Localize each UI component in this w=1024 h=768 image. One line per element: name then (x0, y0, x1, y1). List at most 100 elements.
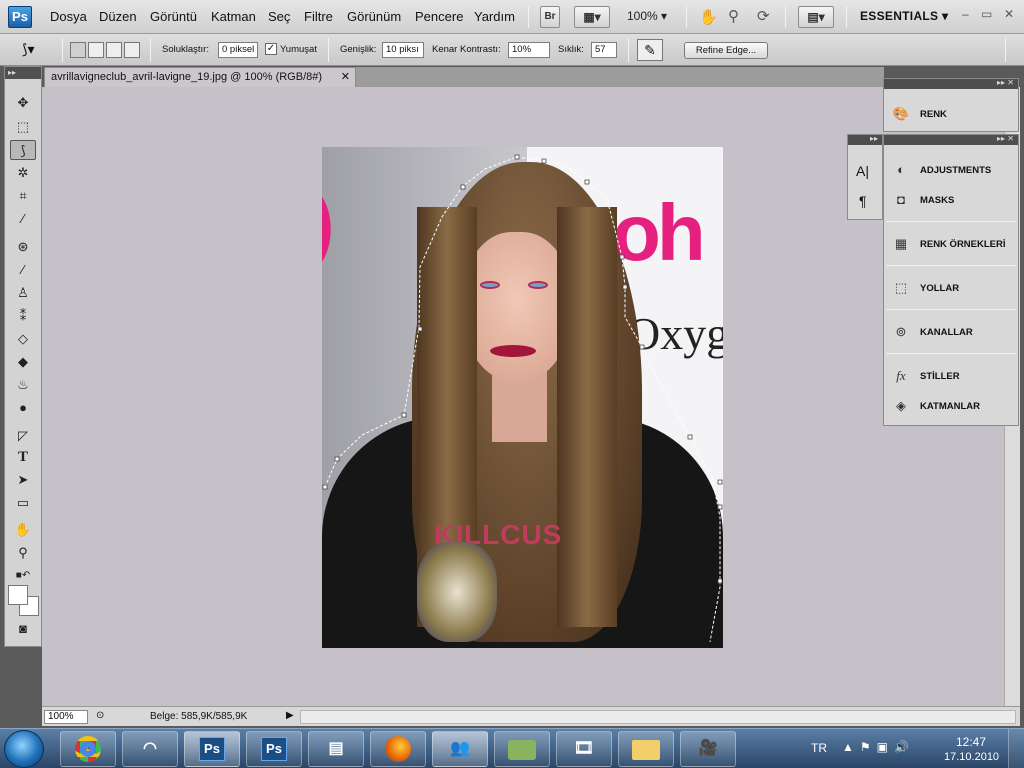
menu-yardim[interactable]: Yardım (474, 9, 515, 24)
camera-taskbar-icon[interactable]: 🎥 (680, 731, 736, 767)
panel-channels[interactable]: ⊚ KANALLAR (892, 321, 1016, 345)
add-selection-icon[interactable] (88, 42, 104, 58)
minimize-button[interactable]: – (962, 7, 969, 21)
pen-tool-icon[interactable]: ◸ (10, 426, 36, 446)
new-selection-icon[interactable] (70, 42, 86, 58)
menu-gorunum[interactable]: Görünüm (347, 9, 401, 24)
language-indicator[interactable]: TR (811, 741, 827, 755)
intersect-selection-icon[interactable] (124, 42, 140, 58)
tablet-pressure-icon[interactable]: ✎ (637, 39, 663, 61)
panel-layers[interactable]: ◈ KATMANLAR (892, 395, 1016, 419)
zoom-tool-icon[interactable]: ⚲ (10, 543, 36, 563)
panel-header[interactable]: ▸▸ (848, 134, 882, 145)
panel-swatches[interactable]: ▦ RENK ÖRNEKLERİ (892, 233, 1016, 257)
rotate-view-icon[interactable]: ⟳ (757, 7, 770, 25)
system-tray-icons[interactable]: ▲⚑▣🔊 (842, 740, 915, 754)
show-desktop-button[interactable] (1008, 729, 1024, 768)
panel-adjustments[interactable]: ◐ ADJUSTMENTS (892, 159, 1016, 183)
type-tool-icon[interactable]: T (10, 447, 36, 467)
green-app-taskbar-icon[interactable] (494, 731, 550, 767)
zoom-level-select[interactable]: 100% ▾ (627, 9, 667, 23)
lasso-tool-icon[interactable]: ⟆ (10, 140, 36, 160)
tools-panel-header[interactable]: ▸▸ (5, 67, 41, 79)
brush-tool-icon[interactable]: ∕ (10, 260, 36, 280)
feather-input[interactable]: 0 piksel (218, 42, 258, 58)
recorder-taskbar-icon[interactable]: ◠ (122, 731, 178, 767)
menu-duzen[interactable]: Düzen (99, 9, 137, 24)
magnetic-lasso-icon[interactable]: ⟆▾ (22, 41, 35, 58)
clone-stamp-tool-icon[interactable]: ♙ (10, 283, 36, 303)
view-extras-button[interactable]: ▦▾ (574, 6, 610, 28)
swap-colors-icon[interactable]: ■↶ (10, 566, 36, 586)
hand-tool-icon[interactable]: ✋ (10, 520, 36, 540)
explorer-taskbar-icon[interactable] (618, 731, 674, 767)
close-tab-icon[interactable]: ✕ (341, 68, 350, 87)
separator (846, 6, 847, 28)
document-image[interactable]: ) oh Oxyge KILLCUS (322, 147, 723, 648)
options-bar: ⟆▾ Soluklaştır: 0 piksel ✓ Yumuşat Geniş… (0, 34, 1024, 66)
menu-sec[interactable]: Seç (268, 9, 290, 24)
panel-paths[interactable]: ⬚ YOLLAR (892, 277, 1016, 301)
path-selection-tool-icon[interactable]: ➤ (10, 470, 36, 490)
photoshop-taskbar-icon[interactable]: Ps (184, 731, 240, 767)
document-tab[interactable]: avrillavigneclub_avril-lavigne_19.jpg @ … (44, 67, 356, 87)
hand-tool-icon[interactable]: ✋ (699, 8, 718, 26)
quick-mask-icon[interactable]: ◙ (10, 619, 36, 639)
status-zoom-input[interactable]: 100% (44, 710, 88, 724)
document-title: avrillavigneclub_avril-lavigne_19.jpg @ … (51, 71, 323, 83)
firefox-taskbar-icon[interactable] (370, 731, 426, 767)
paths-icon: ⬚ (894, 280, 908, 295)
menu-pencere[interactable]: Pencere (415, 9, 463, 24)
start-button[interactable] (4, 730, 44, 768)
menu-filtre[interactable]: Filtre (304, 9, 333, 24)
crop-tool-icon[interactable]: ⌗ (10, 186, 36, 206)
photoshop-taskbar-icon[interactable]: Ps (246, 731, 302, 767)
character-icon[interactable]: A| (856, 163, 869, 179)
shape-tool-icon[interactable]: ▭ (10, 493, 36, 513)
panel-styles[interactable]: fx STİLLER (892, 365, 1016, 389)
width-input[interactable]: 10 piksı (382, 42, 424, 58)
magic-wand-tool-icon[interactable]: ✲ (10, 163, 36, 183)
dodge-tool-icon[interactable]: ● (10, 398, 36, 418)
move-tool-icon[interactable]: ✥ (10, 93, 36, 113)
foreground-color-swatch[interactable] (8, 585, 28, 605)
photoshop-logo-icon[interactable]: Ps (8, 6, 32, 28)
paragraph-icon[interactable]: ¶ (859, 193, 867, 209)
messenger-taskbar-icon[interactable]: 👥 (432, 731, 488, 767)
blur-tool-icon[interactable]: ♨ (10, 375, 36, 395)
eyedropper-tool-icon[interactable]: ⁄ (10, 209, 36, 229)
refine-edge-button[interactable]: Refine Edge... (684, 42, 768, 59)
marquee-tool-icon[interactable]: ⬚ (10, 117, 36, 137)
workspace-switcher[interactable]: ESSENTIALS ▾ (860, 9, 948, 23)
antialias-checkbox[interactable]: ✓ (265, 43, 277, 55)
horizontal-scrollbar[interactable] (300, 710, 1016, 724)
close-button[interactable]: ✕ (1004, 7, 1014, 21)
menu-katman[interactable]: Katman (211, 9, 256, 24)
eraser-tool-icon[interactable]: ◇ (10, 329, 36, 349)
healing-brush-tool-icon[interactable]: ⊛ (10, 237, 36, 257)
clock-date[interactable]: 17.10.2010 (944, 751, 999, 763)
menu-goruntu[interactable]: Görüntü (150, 9, 197, 24)
panel-color[interactable]: 🎨 RENK (892, 103, 1016, 127)
media-taskbar-icon[interactable]: 🎞 (556, 731, 612, 767)
panel-header[interactable]: ▸▸ ✕ (884, 134, 1018, 145)
status-arrow-icon[interactable]: ▶ (286, 710, 294, 721)
panel-header[interactable]: ▸▸ ✕ (884, 78, 1018, 89)
edge-contrast-input[interactable]: 10% (508, 42, 550, 58)
status-menu-icon[interactable]: ⊙ (96, 710, 104, 721)
notepad-taskbar-icon[interactable]: ▤ (308, 731, 364, 767)
frequency-input[interactable]: 57 (591, 42, 617, 58)
history-brush-tool-icon[interactable]: ⁑ (10, 306, 36, 326)
panel-masks[interactable]: ◘ MASKS (892, 189, 1016, 213)
zoom-tool-icon[interactable]: ⚲ (728, 7, 739, 25)
adjustments-icon: ◐ (897, 162, 905, 177)
chrome-taskbar-icon[interactable] (60, 731, 116, 767)
paint-bucket-tool-icon[interactable]: ◆ (10, 352, 36, 372)
arrange-documents-button[interactable]: ▤▾ (798, 6, 834, 28)
restore-button[interactable]: ▭ (981, 7, 992, 21)
menu-bar: Ps Dosya Düzen Görüntü Katman Seç Filtre… (0, 0, 1024, 34)
bridge-button[interactable]: Br (540, 6, 560, 28)
clock-time[interactable]: 12:47 (956, 735, 986, 749)
subtract-selection-icon[interactable] (106, 42, 122, 58)
menu-dosya[interactable]: Dosya (50, 9, 87, 24)
